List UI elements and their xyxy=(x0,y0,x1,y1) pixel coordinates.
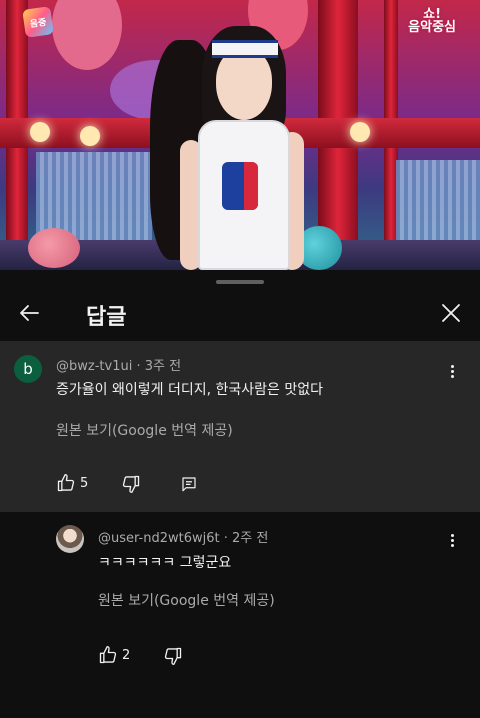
more-options-button[interactable] xyxy=(442,528,462,552)
like-button[interactable]: 5 xyxy=(56,473,88,493)
drag-handle[interactable] xyxy=(216,280,264,284)
avatar[interactable]: b xyxy=(14,355,42,383)
sheet-title: 답글 xyxy=(86,305,127,330)
reply-time: · 2주 전 xyxy=(223,531,269,546)
dislike-button[interactable] xyxy=(163,646,183,666)
parent-comment: b @bwz-tv1ui · 3주 전 증가율이 왜이렇게 더디지, 한국사람은… xyxy=(0,341,480,512)
like-button[interactable]: 2 xyxy=(98,645,130,665)
avatar[interactable] xyxy=(56,525,84,553)
thumbs-down-icon xyxy=(164,647,182,665)
dislike-button[interactable] xyxy=(121,474,141,494)
reply-text: ㅋㅋㅋㅋㅋㅋ 그렇군요 xyxy=(98,555,232,571)
comment-icon xyxy=(182,477,196,492)
channel-watermark: 음중 xyxy=(22,6,54,38)
stage-panel xyxy=(396,160,480,244)
reply-button[interactable] xyxy=(180,475,198,493)
comment-author[interactable]: @bwz-tv1ui xyxy=(56,359,132,374)
show-logo: 쇼! 음악중심 xyxy=(408,7,456,35)
thumbs-up-icon xyxy=(57,474,75,492)
stage-light-bulb xyxy=(30,122,50,142)
replies-sheet: 답글 b @bwz-tv1ui · 3주 전 증가율이 왜이렇게 더디지, 한국… xyxy=(0,270,480,718)
view-original-link[interactable]: 원본 보기(Google 번역 제공) xyxy=(98,590,275,610)
sheet-header: 답글 xyxy=(0,290,480,340)
comment-time: · 3주 전 xyxy=(136,359,182,374)
video-player[interactable]: 음중 쇼! 음악중심 xyxy=(0,0,480,270)
view-original-link[interactable]: 원본 보기(Google 번역 제공) xyxy=(56,420,233,440)
arrow-left-icon xyxy=(20,305,39,321)
like-count: 5 xyxy=(80,475,89,491)
comment-meta: @bwz-tv1ui · 3주 전 xyxy=(56,355,181,374)
reply-meta: @user-nd2wt6wj6t · 2주 전 xyxy=(98,527,268,546)
thumbs-up-icon xyxy=(99,646,117,664)
comment-text: 증가율이 왜이렇게 더디지, 한국사람은 맛없다 xyxy=(56,382,323,398)
basketball-prop xyxy=(28,228,80,268)
close-button[interactable] xyxy=(436,298,466,328)
performer xyxy=(180,20,310,270)
more-options-button[interactable] xyxy=(442,359,462,383)
stage-light-bulb xyxy=(80,126,100,146)
stage-light-bulb xyxy=(350,122,370,142)
stage-light xyxy=(52,0,122,70)
like-count: 2 xyxy=(122,647,131,663)
thumbs-down-icon xyxy=(122,475,140,493)
close-icon xyxy=(442,304,460,322)
back-button[interactable] xyxy=(14,298,44,328)
reply-author[interactable]: @user-nd2wt6wj6t xyxy=(98,531,220,546)
